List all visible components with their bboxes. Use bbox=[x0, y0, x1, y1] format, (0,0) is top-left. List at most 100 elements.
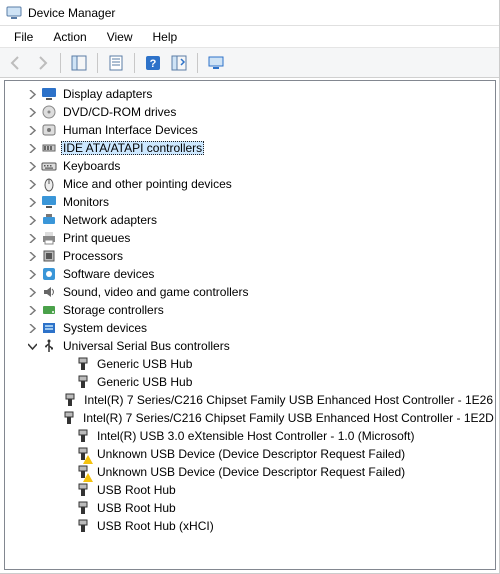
category-label: Display adapters bbox=[61, 87, 154, 101]
hi-icon bbox=[41, 122, 57, 138]
device-item[interactable]: USB Root Hub bbox=[59, 481, 495, 499]
category-label: Mice and other pointing devices bbox=[61, 177, 234, 191]
category-mice[interactable]: Mice and other pointing devices bbox=[25, 175, 495, 193]
category-ide-atapi[interactable]: IDE ATA/ATAPI controllers bbox=[25, 139, 495, 157]
back-button[interactable] bbox=[4, 51, 28, 75]
device-label: USB Root Hub bbox=[95, 501, 178, 515]
ide-icon bbox=[41, 140, 57, 156]
storage-icon bbox=[41, 302, 57, 318]
forward-button[interactable] bbox=[30, 51, 54, 75]
category-label: Monitors bbox=[61, 195, 111, 209]
category-display-adapters[interactable]: Display adapters bbox=[25, 85, 495, 103]
category-storage[interactable]: Storage controllers bbox=[25, 301, 495, 319]
expand-icon[interactable] bbox=[25, 267, 39, 281]
expand-icon[interactable] bbox=[25, 141, 39, 155]
category-processors[interactable]: Processors bbox=[25, 247, 495, 265]
usb-device-icon bbox=[61, 410, 77, 426]
usb-device-icon bbox=[75, 500, 91, 516]
category-label: Human Interface Devices bbox=[61, 123, 200, 137]
category-monitors[interactable]: Monitors bbox=[25, 193, 495, 211]
category-label: Network adapters bbox=[61, 213, 159, 227]
category-label: System devices bbox=[61, 321, 149, 335]
device-item[interactable]: Intel(R) 7 Series/C216 Chipset Family US… bbox=[59, 391, 495, 409]
expand-icon[interactable] bbox=[25, 105, 39, 119]
expand-icon[interactable] bbox=[25, 321, 39, 335]
device-item[interactable]: Unknown USB Device (Device Descriptor Re… bbox=[59, 445, 495, 463]
category-usb-children: Generic USB Hub Generic USB Hub Intel(R) 7… bbox=[25, 355, 495, 535]
sound-icon bbox=[41, 284, 57, 300]
expand-icon[interactable] bbox=[25, 213, 39, 227]
properties-button[interactable] bbox=[104, 51, 128, 75]
usb-device-icon bbox=[75, 356, 91, 372]
app-icon bbox=[6, 5, 22, 21]
disc-icon bbox=[41, 104, 57, 120]
category-label: Print queues bbox=[61, 231, 132, 245]
keyboard-icon bbox=[41, 158, 57, 174]
device-tree-pane[interactable]: Display adapters DVD/CD-ROM drives Human I… bbox=[4, 80, 496, 570]
device-item[interactable]: Intel(R) USB 3.0 eXtensible Host Control… bbox=[59, 427, 495, 445]
help-button[interactable]: ? bbox=[141, 51, 165, 75]
device-label: Intel(R) 7 Series/C216 Chipset Family US… bbox=[82, 393, 495, 407]
category-label: Software devices bbox=[61, 267, 156, 281]
category-usb[interactable]: Universal Serial Bus controllers bbox=[25, 337, 495, 355]
expand-icon[interactable] bbox=[25, 231, 39, 245]
expand-icon[interactable] bbox=[25, 249, 39, 263]
show-hide-tree-button[interactable] bbox=[67, 51, 91, 75]
menu-view[interactable]: View bbox=[97, 28, 143, 46]
category-keyboards[interactable]: Keyboards bbox=[25, 157, 495, 175]
device-label: Intel(R) USB 3.0 eXtensible Host Control… bbox=[95, 429, 416, 443]
device-label: Unknown USB Device (Device Descriptor Re… bbox=[95, 447, 407, 461]
device-tree: Display adapters DVD/CD-ROM drives Human I… bbox=[5, 85, 495, 535]
category-label: Sound, video and game controllers bbox=[61, 285, 250, 299]
system-icon bbox=[41, 320, 57, 336]
printer-icon bbox=[41, 230, 57, 246]
expand-icon[interactable] bbox=[25, 123, 39, 137]
device-item[interactable]: Generic USB Hub bbox=[59, 373, 495, 391]
window-title: Device Manager bbox=[28, 6, 115, 20]
expand-icon[interactable] bbox=[25, 87, 39, 101]
cpu-icon bbox=[41, 248, 57, 264]
expand-icon[interactable] bbox=[25, 303, 39, 317]
category-sound[interactable]: Sound, video and game controllers bbox=[25, 283, 495, 301]
category-network[interactable]: Network adapters bbox=[25, 211, 495, 229]
scan-hardware-button[interactable] bbox=[167, 51, 191, 75]
display-icon bbox=[41, 86, 57, 102]
device-label: Generic USB Hub bbox=[95, 357, 194, 371]
category-hid[interactable]: Human Interface Devices bbox=[25, 121, 495, 139]
usb-icon bbox=[41, 338, 57, 354]
device-item[interactable]: USB Root Hub bbox=[59, 499, 495, 517]
net-icon bbox=[41, 212, 57, 228]
usb-device-icon bbox=[75, 518, 91, 534]
mouse-icon bbox=[41, 176, 57, 192]
device-item[interactable]: Intel(R) 7 Series/C216 Chipset Family US… bbox=[59, 409, 495, 427]
category-label: Processors bbox=[61, 249, 125, 263]
category-label: Storage controllers bbox=[61, 303, 166, 317]
device-label: USB Root Hub (xHCI) bbox=[95, 519, 216, 533]
device-item[interactable]: USB Root Hub (xHCI) bbox=[59, 517, 495, 535]
category-label: Universal Serial Bus controllers bbox=[61, 339, 232, 353]
category-system[interactable]: System devices bbox=[25, 319, 495, 337]
expand-icon[interactable] bbox=[25, 285, 39, 299]
category-software-devices[interactable]: Software devices bbox=[25, 265, 495, 283]
category-label: IDE ATA/ATAPI controllers bbox=[61, 141, 204, 155]
menu-help[interactable]: Help bbox=[143, 28, 188, 46]
device-label: Generic USB Hub bbox=[95, 375, 194, 389]
toolbar-separator bbox=[97, 53, 98, 73]
expand-icon[interactable] bbox=[25, 159, 39, 173]
category-dvd-cdrom[interactable]: DVD/CD-ROM drives bbox=[25, 103, 495, 121]
monitor-view-button[interactable] bbox=[204, 51, 228, 75]
usb-device-icon bbox=[62, 392, 78, 408]
usb-device-icon bbox=[75, 464, 91, 480]
usb-device-icon bbox=[75, 374, 91, 390]
svg-text:?: ? bbox=[150, 58, 157, 70]
expand-icon[interactable] bbox=[25, 195, 39, 209]
menu-action[interactable]: Action bbox=[43, 28, 96, 46]
device-label: USB Root Hub bbox=[95, 483, 178, 497]
device-label: Unknown USB Device (Device Descriptor Re… bbox=[95, 465, 407, 479]
expand-icon[interactable] bbox=[25, 177, 39, 191]
category-print-queues[interactable]: Print queues bbox=[25, 229, 495, 247]
device-item[interactable]: Generic USB Hub bbox=[59, 355, 495, 373]
menu-file[interactable]: File bbox=[4, 28, 43, 46]
device-item[interactable]: Unknown USB Device (Device Descriptor Re… bbox=[59, 463, 495, 481]
collapse-icon[interactable] bbox=[25, 339, 39, 353]
